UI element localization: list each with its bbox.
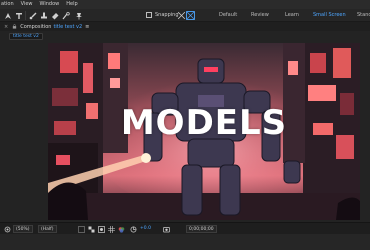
mask-visibility-icon[interactable]: [97, 225, 105, 233]
composition-viewer[interactable]: MODELS: [0, 43, 370, 222]
timecode-field[interactable]: 0;00;00;00: [186, 225, 217, 233]
composition-panel-header: × Composition title test v2 ≡: [0, 22, 370, 31]
snapshot-icon[interactable]: [162, 225, 170, 233]
workspace-default[interactable]: Default: [219, 10, 237, 21]
resolution-dropdown[interactable]: (Half): [38, 225, 57, 233]
type-tool-icon[interactable]: [14, 11, 23, 20]
puppet-pin-icon[interactable]: [74, 11, 83, 20]
workspace-learn[interactable]: Learn: [285, 10, 299, 21]
panel-label: Composition: [20, 23, 52, 30]
panel-menu-icon[interactable]: ≡: [85, 24, 89, 30]
exposure-value[interactable]: +0.0: [140, 225, 151, 233]
menu-bar: ation View Window Help: [0, 0, 370, 9]
tab-composition[interactable]: title test v2: [9, 33, 43, 40]
timeline-area: [0, 234, 370, 250]
reset-exposure-icon[interactable]: [129, 225, 137, 233]
workspace-small-screen[interactable]: Small Screen: [313, 10, 346, 21]
workspace-standard[interactable]: Stand: [357, 10, 370, 21]
composition-tab-bar: title test v2: [0, 31, 370, 43]
pen-tool-icon[interactable]: [3, 11, 12, 20]
composition-canvas[interactable]: MODELS: [48, 43, 360, 220]
color-channels-icon[interactable]: [117, 225, 125, 233]
snap-edges-icon[interactable]: [177, 11, 186, 20]
tools-toolbar: Snapping Default Review Learn Small Scre…: [0, 9, 370, 22]
menu-item-view[interactable]: View: [21, 0, 33, 9]
transparency-grid-icon[interactable]: [87, 225, 95, 233]
menu-item-window[interactable]: Window: [40, 0, 60, 9]
workspace-review[interactable]: Review: [251, 10, 269, 21]
roto-brush-icon[interactable]: [61, 11, 70, 20]
menu-item-animation[interactable]: ation: [1, 0, 14, 9]
region-of-interest-icon[interactable]: [77, 225, 85, 233]
snap-features-icon[interactable]: [186, 11, 195, 20]
snapping-label: Snapping: [155, 12, 179, 18]
lock-icon[interactable]: [12, 24, 17, 29]
clone-stamp-icon[interactable]: [39, 11, 48, 20]
grid-guides-icon[interactable]: [107, 225, 115, 233]
composition-name: title test v2: [53, 23, 83, 30]
menu-item-help[interactable]: Help: [66, 0, 77, 9]
viewer-control-bar: (50%) (Half) +0.0 0;00;00;00: [0, 222, 370, 234]
close-panel-icon[interactable]: ×: [4, 24, 8, 30]
brush-tool-icon[interactable]: [28, 11, 37, 20]
zoom-dropdown[interactable]: (50%): [13, 225, 33, 233]
overlay-title-text[interactable]: MODELS: [48, 103, 360, 143]
eraser-icon[interactable]: [50, 11, 59, 20]
snapping-checkbox[interactable]: [146, 12, 152, 18]
always-preview-icon[interactable]: [3, 225, 11, 233]
